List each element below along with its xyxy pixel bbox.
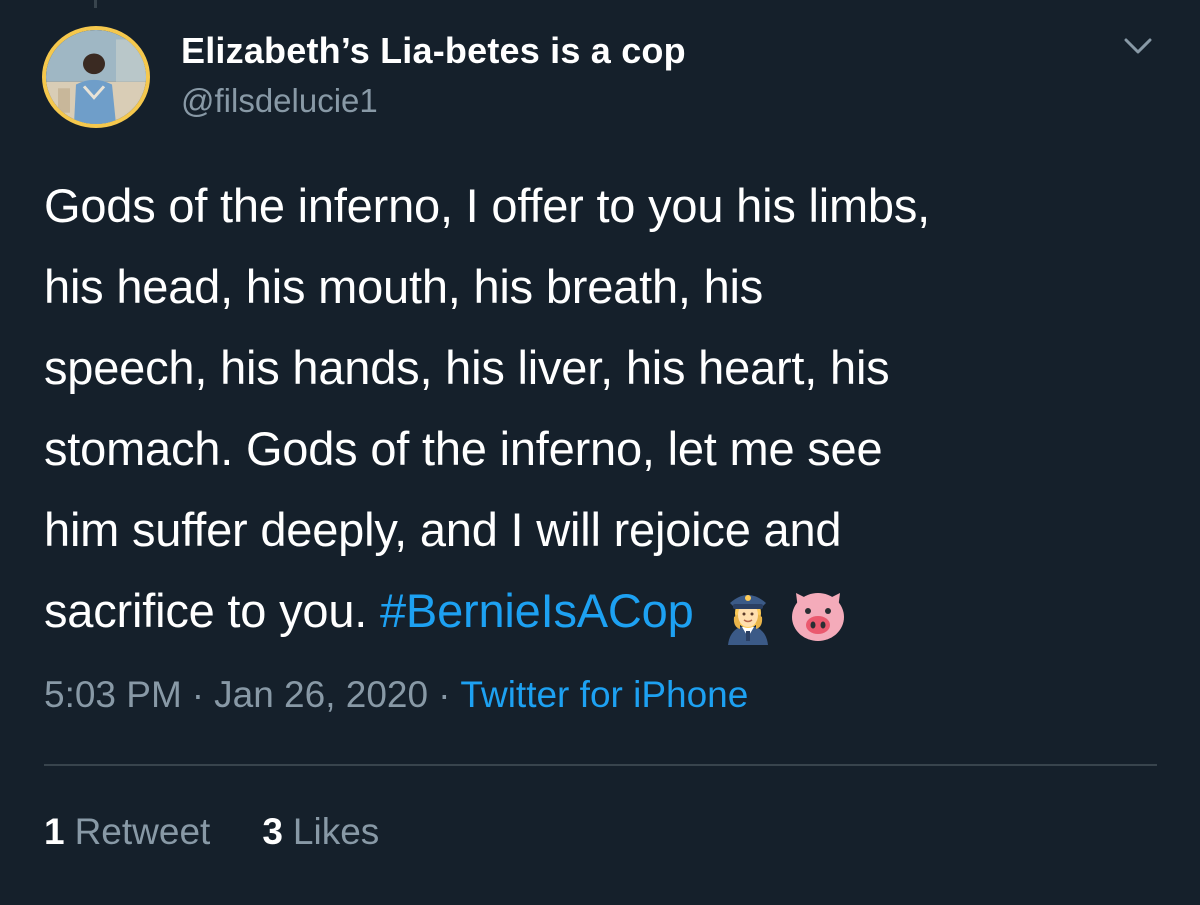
chevron-down-icon (1124, 38, 1152, 54)
separator: · (438, 674, 451, 715)
tweet-text-line: his head, his mouth, his breath, his (44, 260, 764, 313)
tweet-options-button[interactable] (1118, 30, 1158, 62)
likes-label: Likes (292, 811, 380, 852)
tweet-text-line: speech, his hands, his liver, his heart,… (44, 341, 890, 394)
retweets-stat[interactable]: 1 Retweet (44, 811, 210, 853)
hashtag-link[interactable]: #BernieIsACop (380, 584, 694, 637)
retweets-count: 1 (44, 811, 65, 852)
display-name[interactable]: Elizabeth’s Lia-betes is a cop (181, 30, 686, 72)
likes-stat[interactable]: 3 Likes (262, 811, 379, 853)
thread-connector-line (94, 0, 97, 8)
likes-count: 3 (262, 811, 283, 852)
separator: · (191, 674, 205, 715)
tweet-stats: 1 Retweet 3 Likes (44, 811, 379, 853)
user-handle[interactable]: @filsdelucie1 (181, 82, 378, 120)
avatar[interactable] (42, 26, 150, 128)
tweet-text-line: stomach. Gods of the inferno, let me see (44, 422, 883, 475)
woman-police-officer-emoji (716, 583, 780, 647)
tweet-date[interactable]: Jan 26, 2020 (214, 674, 428, 715)
profile-photo-icon (46, 30, 146, 124)
tweet-metadata: 5:03 PM · Jan 26, 2020 · Twitter for iPhone (44, 674, 748, 716)
divider (44, 764, 1157, 766)
pig-face-emoji (786, 583, 850, 647)
tweet-text-line: Gods of the inferno, I offer to you his … (44, 179, 931, 232)
retweets-label: Retweet (74, 811, 211, 852)
tweet-text-segment: sacrifice to you. (44, 584, 380, 637)
tweet-source-link[interactable]: Twitter for iPhone (460, 674, 748, 715)
tweet-time[interactable]: 5:03 PM (44, 674, 182, 715)
tweet-text-line: him suffer deeply, and I will rejoice an… (44, 503, 842, 556)
tweet-text-last-line: sacrifice to you. #BernieIsACop (44, 570, 1174, 651)
tweet-text: Gods of the inferno, I offer to you his … (44, 165, 1174, 651)
